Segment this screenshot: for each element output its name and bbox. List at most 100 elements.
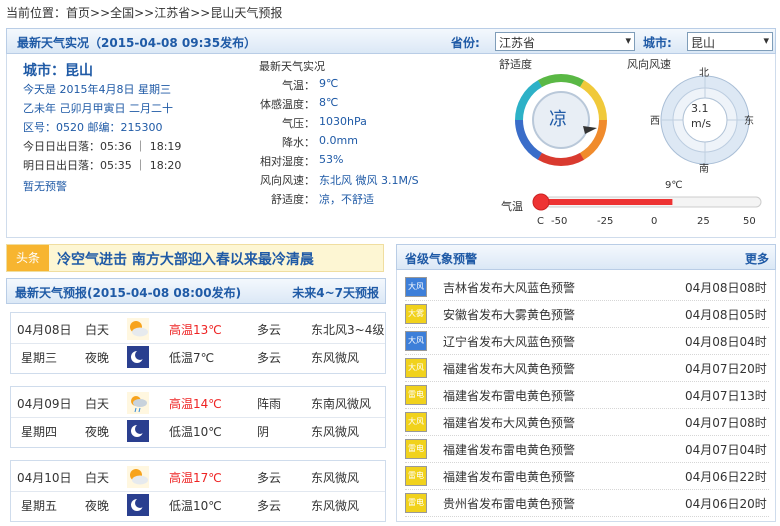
- warning-text[interactable]: 福建省发布大风黄色预警: [443, 414, 575, 431]
- warning-time: 04月07日13时: [685, 389, 767, 403]
- obs-label: 相对湿度：: [260, 155, 315, 168]
- province-select-value: 江苏省: [499, 36, 536, 50]
- forecast-period: 白天: [85, 471, 110, 485]
- forecast-temp: 高温17℃: [169, 471, 222, 485]
- warning-text[interactable]: 福建省发布雷电黄色预警: [443, 441, 575, 458]
- warnings-list: 大风 吉林省发布大风蓝色预警 04月08日08时大雾 安徽省发布大雾黄色预警 04月08…: [396, 270, 776, 522]
- forecast-week: 星期四: [21, 425, 58, 439]
- warning-badge-text: 雷电: [408, 390, 424, 399]
- warning-badge-text: 雷电: [408, 471, 424, 480]
- warning-badge-text: 大风: [408, 282, 424, 291]
- alarm-status[interactable]: 暂无预警: [23, 178, 67, 194]
- obs-label: 降水：: [282, 136, 315, 149]
- warning-time: 04月07日08时: [685, 416, 767, 430]
- obs-label: 体感温度：: [260, 98, 315, 111]
- province-select[interactable]: 江苏省 ▾: [495, 32, 635, 51]
- warning-time: 04月06日22时: [685, 470, 767, 484]
- forecast-weather: 多云: [257, 471, 282, 485]
- obs-label: 气温：: [282, 79, 315, 92]
- warning-badge-icon: 雷电: [405, 385, 427, 405]
- warning-badge-text: 大风: [408, 336, 424, 345]
- warning-item[interactable]: 雷电 福建省发布雷电黄色预警 04月07日13时: [405, 382, 769, 409]
- moon-icon: [127, 494, 149, 516]
- shower-icon: [127, 392, 149, 414]
- partly-cloudy-icon: [127, 466, 149, 488]
- wind-value-2: m/s: [691, 117, 712, 130]
- warning-text[interactable]: 福建省发布大风黄色预警: [443, 360, 575, 377]
- city-label: 城市:: [643, 36, 672, 50]
- forecast-temp: 高温14℃: [169, 397, 222, 411]
- forecast-temp: 高温13℃: [169, 323, 222, 337]
- forecast-weather: 多云: [257, 351, 282, 365]
- forecast-period: 夜晚: [85, 425, 110, 439]
- warnings-header-bar: 省级气象预警 更多: [396, 244, 776, 270]
- forecast-wind: 东风微风: [311, 351, 360, 365]
- warning-item[interactable]: 大风 福建省发布大风黄色预警 04月07日08时: [405, 409, 769, 436]
- comfort-title: 舒适度: [499, 58, 532, 71]
- obs-label: 气压：: [282, 117, 315, 130]
- warning-item[interactable]: 大雾 安徽省发布大雾黄色预警 04月08日05时: [405, 301, 769, 328]
- breadcrumb: 当前位置：首页>>全国>>江苏省>>昆山天气预报: [6, 4, 282, 21]
- warning-item[interactable]: 大风 辽宁省发布大风蓝色预警 04月08日04时: [405, 328, 769, 355]
- temp-value: 9℃: [665, 180, 683, 191]
- compass-north: 北: [699, 68, 709, 79]
- warning-item[interactable]: 雷电 福建省发布雷电黄色预警 04月06日22时: [405, 463, 769, 490]
- warning-text[interactable]: 安徽省发布大雾黄色预警: [443, 306, 575, 323]
- forecast-date: 04月09日: [17, 397, 72, 411]
- forecast-weather: 阵雨: [257, 397, 282, 411]
- obs-value: 凉，不舒适: [319, 193, 374, 206]
- compass-east: 东: [744, 116, 754, 127]
- temp-scale-label: C: [537, 216, 544, 227]
- forecast-day: 04月10日 星期五 白天 高温17℃ 多云 东风微风 夜晚 低温10℃ 多云 东风微风: [10, 460, 386, 522]
- warning-badge-text: 大风: [408, 417, 424, 426]
- obs-value: 1030hPa: [319, 115, 367, 128]
- warning-time: 04月07日04时: [685, 443, 767, 457]
- sun-today: 今日日出日落：05:36 ｜ 18:19: [23, 140, 182, 153]
- city-select-value: 昆山: [691, 36, 716, 50]
- forecast-date: 04月08日: [17, 323, 72, 337]
- forecast-wind: 东北风3~4级: [311, 323, 385, 337]
- warning-badge-text: 大雾: [408, 309, 424, 318]
- warning-text[interactable]: 辽宁省发布大风蓝色预警: [443, 333, 575, 350]
- warnings-title: 省级气象预警: [405, 252, 478, 266]
- warning-time: 04月07日20时: [685, 362, 767, 376]
- city-name: 城市：昆山: [23, 63, 93, 79]
- live-title: 最新天气实况（2015-04-08 09:35发布）: [17, 36, 257, 50]
- warning-text[interactable]: 吉林省发布大风蓝色预警: [443, 279, 575, 296]
- today-date: 今天是 2015年4月8日 星期三: [23, 83, 171, 96]
- warning-item[interactable]: 雷电 福建省发布雷电黄色预警 04月07日04时: [405, 436, 769, 463]
- warnings-more-link[interactable]: 更多: [745, 250, 769, 267]
- forecast-period: 白天: [85, 397, 110, 411]
- warning-time: 04月06日20时: [685, 497, 767, 511]
- headline-banner[interactable]: 头条 冷空气进击 南方大部迎入春以来最冷清晨: [6, 244, 384, 272]
- warning-badge-icon: 大风: [405, 277, 427, 297]
- forecast-more-link[interactable]: 未来4~7天预报: [292, 284, 379, 301]
- forecast-day: 04月08日 星期三 白天 高温13℃ 多云 东北风3~4级 夜晚 低温7℃ 多云 东风微风: [10, 312, 386, 374]
- warning-text[interactable]: 福建省发布雷电黄色预警: [443, 387, 575, 404]
- warning-item[interactable]: 大风 福建省发布大风黄色预警 04月07日20时: [405, 355, 769, 382]
- forecast-wind: 东风微风: [311, 499, 360, 513]
- warning-text[interactable]: 贵州省发布雷电黄色预警: [443, 495, 575, 512]
- compass-south: 南: [699, 164, 709, 175]
- headline-text[interactable]: 冷空气进击 南方大部迎入春以来最冷清晨: [57, 249, 314, 269]
- headline-tag: 头条: [7, 245, 49, 271]
- city-select[interactable]: 昆山 ▾: [687, 32, 773, 51]
- warning-text[interactable]: 福建省发布雷电黄色预警: [443, 468, 575, 485]
- wind-title: 风向风速: [627, 58, 671, 71]
- warning-item[interactable]: 雷电 贵州省发布雷电黄色预警 04月06日20时: [405, 490, 769, 517]
- breadcrumb-path[interactable]: 首页>>全国>>江苏省>>昆山天气预报: [66, 6, 282, 20]
- warning-item[interactable]: 大风 吉林省发布大风蓝色预警 04月08日08时: [405, 274, 769, 301]
- obs-value: 0.0mm: [319, 134, 358, 147]
- warning-badge-icon: 大风: [405, 331, 427, 351]
- live-panel: 城市：昆山 今天是 2015年4月8日 星期三 乙未年 己卯月甲寅日 二月二十 …: [6, 54, 776, 238]
- warning-time: 04月08日08时: [685, 281, 767, 295]
- comfort-value: 凉: [549, 109, 567, 130]
- forecast-weather: 多云: [257, 323, 282, 337]
- forecast-week: 星期三: [21, 351, 58, 365]
- obs-value: 8℃: [319, 96, 339, 109]
- temp-tick-label: 25: [697, 216, 710, 227]
- forecast-temp: 低温7℃: [169, 351, 215, 365]
- forecast-day: 04月09日 星期四 白天 高温14℃ 阵雨 东南风微风 夜晚 低温10℃ 阴 东风微风: [10, 386, 386, 448]
- warning-badge-icon: 雷电: [405, 466, 427, 486]
- row-divider: [11, 417, 385, 418]
